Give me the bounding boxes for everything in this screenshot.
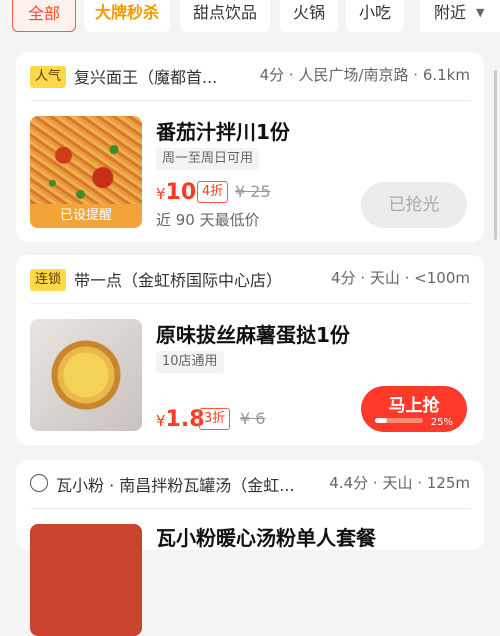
chain-badge: 连锁 — [30, 269, 67, 291]
deal-price: ¥1.8 — [156, 407, 205, 432]
deal-card[interactable]: 瓦小粉 · 南昌拌粉瓦罐汤（金虹... 4.4分 · 天山 · 125m 瓦小粉… — [16, 460, 484, 636]
claimed-progress-fill — [375, 418, 387, 423]
chevron-down-icon: ▼ — [476, 6, 485, 19]
deal-card[interactable]: 连锁 带一点（金虹桥国际中心店） 4分 · 天山 · <100m 原味拔丝麻薯蛋… — [16, 255, 484, 445]
tab-desserts-drinks[interactable]: 甜点饮品 — [180, 0, 270, 32]
store-meta: 4分 · 天山 · <100m — [331, 269, 470, 287]
sold-out-button[interactable]: 已抢光 — [361, 182, 467, 228]
deal-title: 番茄汁拌川1份 — [156, 120, 290, 144]
dish-image — [30, 524, 142, 636]
price-value: 10 — [165, 180, 197, 205]
tab-all[interactable]: 全部 — [12, 0, 76, 32]
deal-card[interactable]: 人气 复兴面王（魔都首... 4分 · 人民广场/南京路 · 6.1km 已设提… — [16, 52, 484, 242]
usage-tag: 周一至周日可用 — [156, 148, 260, 170]
store-header[interactable]: 瓦小粉 · 南昌拌粉瓦罐汤（金虹... 4.4分 · 天山 · 125m — [30, 460, 470, 509]
store-meta: 4分 · 人民广场/南京路 · 6.1km — [259, 66, 470, 84]
grab-now-button[interactable]: 马上抢 25% — [361, 386, 467, 432]
original-price: ¥ 6 — [240, 409, 266, 428]
egg-tart-image — [30, 319, 142, 431]
scrollbar[interactable] — [494, 70, 497, 240]
reminder-set-label: 已设提醒 — [30, 204, 142, 228]
category-tabs: 全部 大牌秒杀 甜点饮品 火锅 小吃 附近 ▼ — [0, 0, 500, 36]
usage-tag: 10店通用 — [156, 351, 224, 373]
store-name: 瓦小粉 · 南昌拌粉瓦罐汤（金虹... — [56, 476, 295, 495]
discount-badge: 3折 — [199, 408, 231, 430]
currency-symbol: ¥ — [156, 412, 166, 430]
claimed-percent: 25% — [430, 417, 453, 428]
store-header[interactable]: 连锁 带一点（金虹桥国际中心店） 4分 · 天山 · <100m — [30, 255, 470, 304]
tab-snacks[interactable]: 小吃 — [346, 0, 404, 32]
store-name: 带一点（金虹桥国际中心店） — [74, 271, 283, 290]
deal-title: 原味拔丝麻薯蛋挞1份 — [156, 323, 350, 347]
currency-symbol: ¥ — [156, 185, 166, 203]
store-name: 复兴面王（魔都首... — [74, 68, 218, 87]
tab-hotpot[interactable]: 火锅 — [280, 0, 338, 32]
claimed-progress-bar — [375, 418, 423, 423]
tab-brand-flash-sale[interactable]: 大牌秒杀 — [84, 0, 170, 32]
deal-title: 瓦小粉暖心汤粉单人套餐 — [156, 526, 376, 550]
original-price: ¥ 25 — [235, 182, 271, 201]
store-icon — [30, 474, 48, 492]
grab-now-label: 马上抢 — [388, 396, 440, 416]
nearby-label: 附近 — [434, 3, 467, 22]
low-price-note: 近 90 天最低价 — [156, 211, 260, 229]
deal-price: ¥10 — [156, 180, 196, 205]
nearby-dropdown[interactable]: 附近 ▼ — [420, 0, 500, 32]
store-meta: 4.4分 · 天山 · 125m — [329, 474, 470, 492]
noodle-dish-image: 已设提醒 — [30, 116, 142, 228]
store-header[interactable]: 人气 复兴面王（魔都首... 4分 · 人民广场/南京路 · 6.1km — [30, 52, 470, 101]
popular-badge: 人气 — [30, 66, 67, 88]
discount-badge: 4折 — [197, 181, 229, 203]
